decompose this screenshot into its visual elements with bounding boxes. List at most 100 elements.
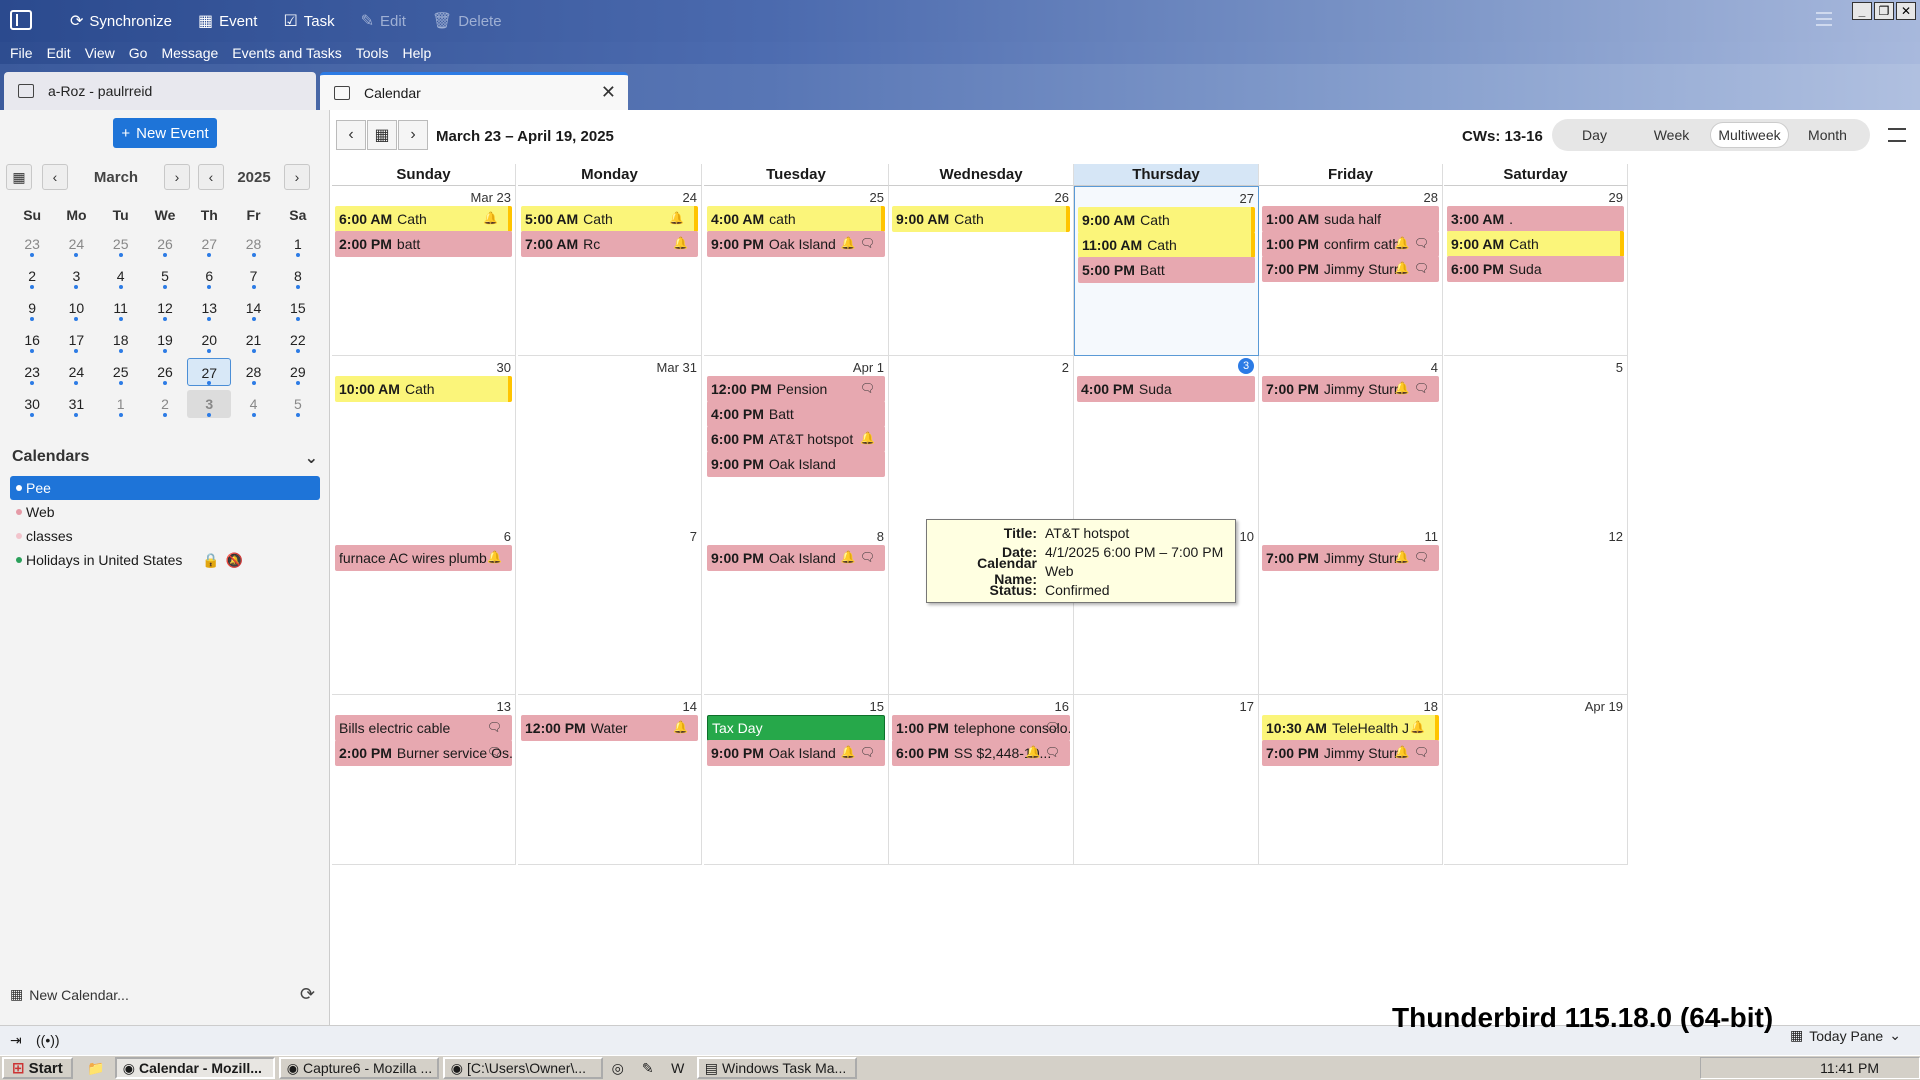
calendar-event[interactable]: 4:00 PM Batt <box>707 401 885 427</box>
calendar-list-item[interactable]: Holidays in United States 🔒🔕 <box>10 548 320 572</box>
calendar-list-item[interactable]: Web <box>10 500 320 524</box>
day-cell[interactable]: 6 furnace AC wires plumb 🔔 <box>332 525 516 695</box>
view-week[interactable]: Week <box>1633 122 1710 148</box>
calendar-event[interactable]: 12:00 PM Water 🔔 <box>521 715 698 741</box>
menu-go[interactable]: Go <box>129 45 148 61</box>
calendar-event[interactable]: 9:00 AM Cath <box>1078 207 1255 233</box>
minimonth-day[interactable]: 12 <box>143 292 187 324</box>
minimonth-day[interactable]: 26 <box>143 356 187 388</box>
minimonth-day[interactable]: 13 <box>187 292 231 324</box>
minimonth-day[interactable]: 24 <box>54 228 98 260</box>
minimonth-day[interactable]: 1 <box>276 228 320 260</box>
day-cell[interactable]: Apr 1 12:00 PM Pension 🗨 4:00 PM Batt 6:00 PM A… <box>704 356 889 526</box>
minimonth-day[interactable]: 2 <box>143 388 187 420</box>
sidebar-toggle-icon[interactable] <box>10 10 32 30</box>
view-settings-icon[interactable] <box>1888 128 1906 142</box>
calendar-event[interactable]: 6:00 AM Cath 🔔 <box>335 206 512 232</box>
calendar-event[interactable]: 6:00 PM AT&T hotspot 🔔 <box>707 426 885 452</box>
minimonth-day[interactable]: 5 <box>143 260 187 292</box>
view-month[interactable]: Month <box>1789 122 1866 148</box>
new-event-toolbar-button[interactable]: ▦ Event <box>192 6 263 36</box>
paint-icon[interactable]: ✎ <box>633 1060 663 1077</box>
minimonth-day[interactable]: 14 <box>231 292 275 324</box>
w-app-icon[interactable]: W <box>663 1060 693 1076</box>
calendar-event[interactable]: 4:00 PM Suda <box>1077 376 1255 402</box>
tab-calendar[interactable]: Calendar ✕ <box>320 72 628 110</box>
prev-month-button[interactable]: ‹ <box>42 164 68 190</box>
minimize-button[interactable]: _ <box>1852 2 1872 20</box>
next-year-button[interactable]: › <box>284 164 310 190</box>
calendar-event[interactable]: 9:00 PM Oak Island 🔔🗨 <box>707 231 885 257</box>
calendar-event[interactable]: 7:00 PM Jimmy Sturr 🔔🗨 <box>1262 545 1439 571</box>
calendar-event[interactable]: 1:00 PM confirm cath 🔔🗨 <box>1262 231 1439 257</box>
app-menu-icon[interactable] <box>1816 12 1832 26</box>
minimonth-day[interactable]: 16 <box>10 324 54 356</box>
next-month-button[interactable]: › <box>164 164 190 190</box>
minimonth-day[interactable]: 11 <box>99 292 143 324</box>
minimonth-day[interactable]: 4 <box>99 260 143 292</box>
calendar-event[interactable]: 11:00 AM Cath <box>1078 232 1255 258</box>
day-cell[interactable]: 8 9:00 PM Oak Island 🔔🗨 <box>704 525 889 695</box>
minimonth-day[interactable]: 2 <box>10 260 54 292</box>
day-cell[interactable]: 28 1:00 AM suda half 1:00 PM confirm cath 🔔🗨 7… <box>1259 186 1443 356</box>
minimonth-day[interactable]: 23 <box>10 356 54 388</box>
day-cell[interactable]: 27 9:00 AM Cath 11:00 AM Cath 5:00 PM Batt <box>1074 186 1259 356</box>
day-cell[interactable]: 5 <box>1444 356 1628 526</box>
prev-year-button[interactable]: ‹ <box>198 164 224 190</box>
calendar-event[interactable]: 1:00 AM suda half <box>1262 206 1439 232</box>
calendar-event[interactable]: 9:00 PM Oak Island <box>707 451 885 477</box>
day-cell[interactable]: Mar 23 6:00 AM Cath 🔔 2:00 PM batt <box>332 186 516 356</box>
new-calendar-button[interactable]: ▦ New Calendar... <box>10 986 129 1003</box>
calendar-event[interactable]: 2:00 PM batt <box>335 231 512 257</box>
menu-message[interactable]: Message <box>161 45 218 61</box>
menu-view[interactable]: View <box>85 45 115 61</box>
day-cell[interactable]: 3 4:00 PM Suda <box>1074 356 1259 526</box>
view-day[interactable]: Day <box>1556 122 1633 148</box>
minimonth-day[interactable]: 3 <box>187 388 232 420</box>
minimonth-day[interactable]: 27 <box>187 228 231 260</box>
minimonth-day[interactable]: 23 <box>10 228 54 260</box>
minimonth-day[interactable]: 9 <box>10 292 54 324</box>
minimonth-day[interactable]: 8 <box>276 260 320 292</box>
day-cell[interactable]: 12 <box>1444 525 1628 695</box>
calendar-event[interactable]: 6:00 PM SS $2,448-10... 🔔🗨 <box>892 740 1070 766</box>
day-cell[interactable]: 24 5:00 AM Cath 🔔 7:00 AM Rc 🔔 <box>518 186 702 356</box>
day-cell[interactable]: 29 3:00 AM. 9:00 AM Cath 6:00 PM Suda <box>1444 186 1628 356</box>
next-button[interactable]: › <box>398 120 428 150</box>
tab-mail[interactable]: a-Roz - paulrreid <box>4 72 316 110</box>
minimonth-day[interactable]: 25 <box>99 356 143 388</box>
calendar-event[interactable]: 10:30 AM TeleHealth J 🔔 <box>1262 715 1439 741</box>
calendar-event[interactable]: 3:00 AM. <box>1447 206 1624 232</box>
menu-file[interactable]: File <box>10 45 33 61</box>
minimonth-day[interactable]: 17 <box>54 324 98 356</box>
minimonth-day[interactable]: 4 <box>231 388 275 420</box>
day-cell[interactable]: 4 7:00 PM Jimmy Sturr 🔔🗨 <box>1259 356 1443 526</box>
day-cell[interactable]: 18 10:30 AM TeleHealth J 🔔 7:00 PM Jimmy Stur… <box>1259 695 1443 865</box>
minimonth-day[interactable]: 5 <box>276 388 320 420</box>
minimonth-day[interactable]: 3 <box>54 260 98 292</box>
calendar-event[interactable]: 9:00 PM Oak Island 🔔🗨 <box>707 740 885 766</box>
minimonth-day[interactable]: 15 <box>276 292 320 324</box>
minimonth-day[interactable]: 31 <box>54 388 98 420</box>
minimonth-day[interactable]: 10 <box>54 292 98 324</box>
taskbar-capture[interactable]: ◉ Capture6 - Mozilla ... <box>278 1057 439 1079</box>
minimonth-day[interactable]: 19 <box>143 324 187 356</box>
taskbar-explorer[interactable]: ◉ [C:\Users\Owner\... <box>442 1057 603 1079</box>
calendar-list-item[interactable]: classes <box>10 524 320 548</box>
day-cell[interactable]: 26 9:00 AM Cath <box>889 186 1074 356</box>
minimonth-day[interactable]: 30 <box>10 388 54 420</box>
day-cell[interactable]: Apr 19 <box>1444 695 1628 865</box>
edit-button[interactable]: ✎ Edit <box>355 6 412 36</box>
synchronize-button[interactable]: ⟳ Synchronize <box>64 6 178 36</box>
minimonth-day[interactable]: 7 <box>231 260 275 292</box>
today-calendar-icon[interactable]: ▦ <box>6 164 32 190</box>
calendar-event[interactable]: 1:00 PM telephone consolo... 🗨 <box>892 715 1070 741</box>
calendar-event[interactable]: 9:00 PM Oak Island 🔔🗨 <box>707 545 885 571</box>
delete-button[interactable]: 🗑 Delete <box>426 6 508 36</box>
minimonth-day[interactable]: 26 <box>143 228 187 260</box>
minimonth-day[interactable]: 22 <box>276 324 320 356</box>
folder-icon[interactable]: 📁 <box>81 1060 111 1077</box>
restore-button[interactable]: ❐ <box>1874 2 1894 20</box>
close-window-button[interactable]: ✕ <box>1896 2 1916 20</box>
close-tab-icon[interactable]: ✕ <box>601 82 616 103</box>
